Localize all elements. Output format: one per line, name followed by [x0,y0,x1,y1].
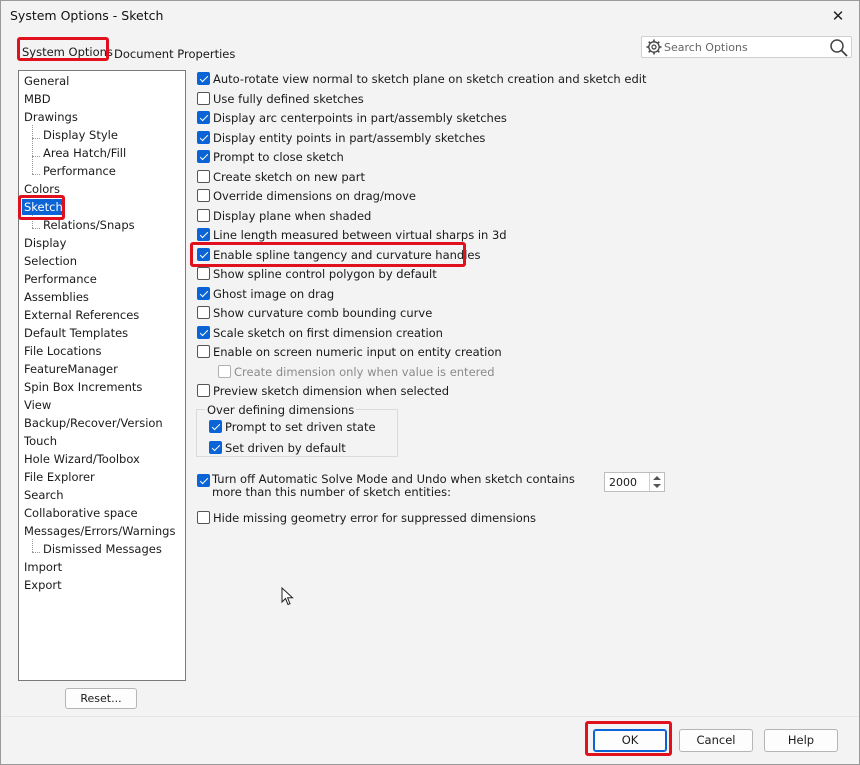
checkbox[interactable] [197,384,210,397]
checkbox [218,365,231,378]
tree-item-search[interactable]: Search [24,487,64,503]
tree-connector [32,228,40,229]
checkbox[interactable] [197,92,210,105]
tree-item-mbd[interactable]: MBD [24,91,51,107]
option-ghost-image[interactable]: Ghost image on drag [197,286,334,302]
checkbox[interactable] [197,170,210,183]
close-icon[interactable]: ✕ [826,4,850,28]
checkbox[interactable] [197,209,210,222]
tree-item-display[interactable]: Display [24,235,66,251]
tree-item-drawings-performance[interactable]: Performance [43,163,116,179]
checkbox[interactable] [197,306,210,319]
tree-item-spin-box-increments[interactable]: Spin Box Increments [24,379,142,395]
checkbox[interactable] [197,228,210,241]
search-icon[interactable] [829,38,849,58]
option-arc-centerpoints[interactable]: Display arc centerpoints in part/assembl… [197,110,507,126]
tree-item-selection[interactable]: Selection [24,253,77,269]
tree-item-hole-wizard-toolbox[interactable]: Hole Wizard/Toolbox [24,451,140,467]
tree-item-view[interactable]: View [24,397,51,413]
checkbox[interactable] [197,345,210,358]
option-curvature-comb[interactable]: Show curvature comb bounding curve [197,305,432,321]
option-set-driven-default[interactable]: Set driven by default [209,440,346,456]
tree-item-backup-recover-version[interactable]: Backup/Recover/Version [24,415,163,431]
option-numeric-input[interactable]: Enable on screen numeric input on entity… [197,344,502,360]
gear-icon[interactable] [645,38,663,56]
chevron-down-icon[interactable] [653,484,661,488]
tree-item-drawings[interactable]: Drawings [24,109,78,125]
tree-connector [32,174,40,175]
option-create-dimension-only: Create dimension only when value is ente… [218,364,495,380]
tree-item-collaborative-space[interactable]: Collaborative space [24,505,138,521]
entity-count-stepper[interactable]: 2000 [604,472,665,492]
tree-connector [32,125,33,174]
checkbox[interactable] [197,150,210,163]
option-scale-sketch[interactable]: Scale sketch on first dimension creation [197,325,443,341]
cancel-button[interactable]: Cancel [679,729,753,752]
tree-item-default-templates[interactable]: Default Templates [24,325,128,341]
checkbox[interactable] [197,326,210,339]
option-auto-rotate[interactable]: Auto-rotate view normal to sketch plane … [197,71,646,87]
search-box[interactable]: Search Options [641,36,852,58]
tree-item-import[interactable]: Import [24,559,62,575]
checkbox[interactable] [197,511,210,524]
tree-item-file-locations[interactable]: File Locations [24,343,102,359]
highlight-box-ok [585,721,672,756]
checkbox[interactable] [197,287,210,300]
tree-connector [32,539,33,552]
highlight-box-spline-tangency [190,242,466,267]
option-use-fully-defined[interactable]: Use fully defined sketches [197,91,364,107]
mouse-cursor-icon [281,587,294,606]
option-turn-off-solve-mode[interactable]: Turn off Automatic Solve Mode and Undo w… [197,473,577,501]
chevron-up-icon[interactable] [653,476,661,480]
option-create-sketch-new-part[interactable]: Create sketch on new part [197,169,365,185]
highlight-box-system-options [17,37,109,61]
tree-item-export[interactable]: Export [24,577,62,593]
option-hide-missing-geometry[interactable]: Hide missing geometry error for suppress… [197,510,536,526]
option-preview-sketch-dimension[interactable]: Preview sketch dimension when selected [197,383,449,399]
checkbox[interactable] [197,267,210,280]
tree-item-touch[interactable]: Touch [24,433,57,449]
tree-item-external-references[interactable]: External References [24,307,139,323]
options-tree[interactable]: General MBD Drawings Display Style Area … [18,70,186,681]
tree-item-featuremanager[interactable]: FeatureManager [24,361,118,377]
tree-connector [32,138,40,139]
checkbox[interactable] [197,111,210,124]
window-title: System Options - Sketch [10,8,164,23]
option-override-dimensions[interactable]: Override dimensions on drag/move [197,188,416,204]
tree-item-display-style[interactable]: Display Style [43,127,118,143]
tree-item-messages-errors-warnings[interactable]: Messages/Errors/Warnings [24,523,175,539]
help-button[interactable]: Help [764,729,838,752]
option-display-plane-shaded[interactable]: Display plane when shaded [197,208,371,224]
entity-count-value[interactable]: 2000 [609,476,637,489]
checkbox[interactable] [197,474,210,487]
reset-button[interactable]: Reset... [65,688,137,709]
stepper-arrows[interactable] [649,473,664,491]
search-input[interactable]: Search Options [664,41,748,54]
option-spline-control-polygon[interactable]: Show spline control polygon by default [197,266,437,282]
checkbox[interactable] [197,131,210,144]
tab-document-properties[interactable]: Document Properties [114,47,235,61]
checkbox[interactable] [209,420,222,433]
footer-divider [0,716,860,717]
option-prompt-driven-state[interactable]: Prompt to set driven state [209,419,376,435]
tree-connector [32,552,40,553]
checkbox[interactable] [197,72,210,85]
tree-connector [32,156,40,157]
tree-item-file-explorer[interactable]: File Explorer [24,469,95,485]
option-prompt-close-sketch[interactable]: Prompt to close sketch [197,149,344,165]
overdefining-group-title: Over defining dimensions [205,403,357,417]
option-line-length-virtual-sharps[interactable]: Line length measured between virtual sha… [197,227,507,243]
title-bar: System Options - Sketch ✕ [0,0,860,32]
highlight-box-sketch [18,195,65,220]
checkbox[interactable] [209,441,222,454]
checkbox[interactable] [197,189,210,202]
option-entity-points[interactable]: Display entity points in part/assembly s… [197,130,485,146]
tree-item-area-hatch-fill[interactable]: Area Hatch/Fill [43,145,126,161]
tree-item-performance[interactable]: Performance [24,271,97,287]
tree-item-assemblies[interactable]: Assemblies [24,289,89,305]
tree-item-dismissed-messages[interactable]: Dismissed Messages [43,541,162,557]
tree-item-general[interactable]: General [24,73,69,89]
